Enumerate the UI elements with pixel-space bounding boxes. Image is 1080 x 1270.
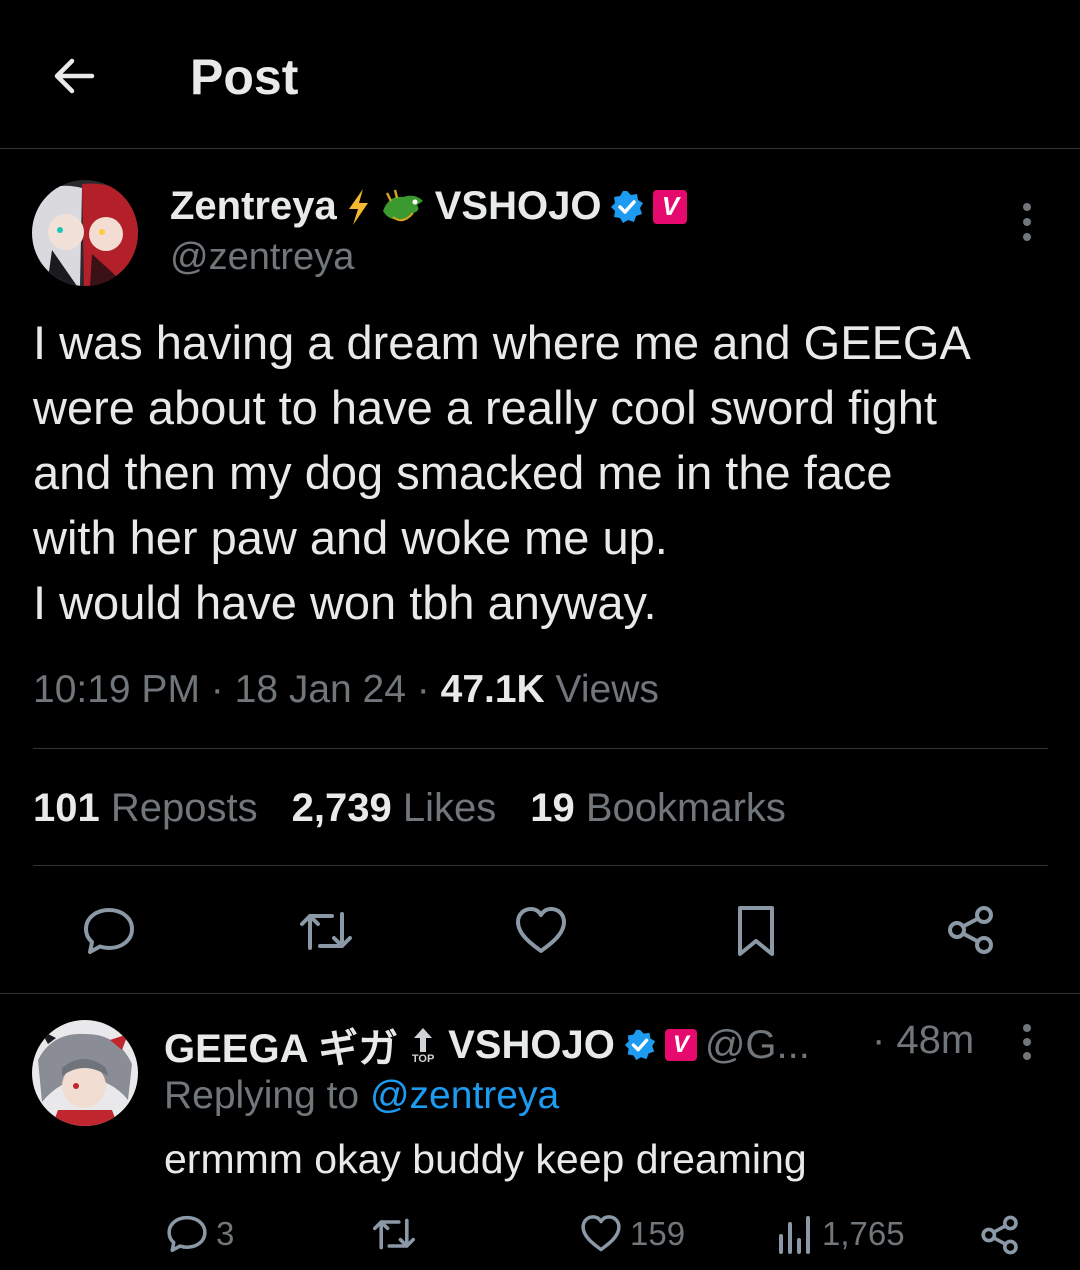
like-button[interactable]	[514, 906, 568, 956]
more-vertical-icon	[1023, 1024, 1031, 1060]
reply-like-button[interactable]: 159	[580, 1214, 685, 1254]
author-avatar[interactable]	[32, 180, 138, 286]
replying-to-label: Replying to	[164, 1074, 360, 1117]
repost-icon	[300, 912, 352, 950]
reply-more-options-button[interactable]	[1010, 1022, 1044, 1062]
views-chart-icon	[779, 1216, 810, 1254]
bookmarks-count: 19	[530, 786, 575, 830]
reply-repost-button[interactable]	[370, 1214, 418, 1254]
author-name-row[interactable]: Zentreya VSHOJO V	[170, 184, 688, 229]
repost-button[interactable]	[296, 906, 356, 956]
replying-to-handle[interactable]: @zentreya	[370, 1074, 559, 1117]
post-text-line: with her paw and woke me up.	[33, 511, 668, 564]
reply-share-button[interactable]	[980, 1214, 1020, 1256]
likes-count: 2,739	[291, 786, 392, 830]
divider	[33, 865, 1048, 866]
likes-stat[interactable]: 2,739 Likes	[292, 786, 497, 831]
author-affiliation: VSHOJO	[434, 184, 602, 228]
arrow-left-icon	[54, 58, 95, 94]
reply-like-count: 159	[630, 1215, 686, 1252]
meta-separator: ·	[210, 668, 224, 711]
page-title: Post	[190, 49, 299, 105]
views-label: Views	[555, 668, 659, 711]
reposts-count: 101	[33, 786, 100, 830]
heart-icon	[581, 1215, 621, 1252]
heart-icon	[516, 907, 566, 953]
post-stats: 101 Reposts 2,739 Likes 19 Bookmarks	[33, 786, 786, 831]
divider	[0, 993, 1080, 994]
post-text: I was having a dream where me and GEEGA …	[33, 310, 1043, 635]
reply-reply-button[interactable]: 3	[166, 1214, 234, 1254]
reply-author-avatar[interactable]	[32, 1020, 138, 1126]
verified-badge-icon	[624, 1029, 655, 1061]
back-button[interactable]	[48, 50, 100, 102]
post-date[interactable]: 18 Jan 24	[235, 668, 406, 711]
lightning-icon	[348, 188, 368, 225]
author-handle[interactable]: @zentreya	[170, 236, 354, 279]
reply-text: ermmm okay buddy keep dreaming	[164, 1136, 807, 1182]
reply-icon	[167, 1215, 207, 1253]
share-icon	[948, 906, 993, 954]
reply-count: 3	[216, 1215, 235, 1252]
vshojo-badge: V	[653, 189, 688, 224]
reply-views-button[interactable]: 1,765	[776, 1214, 905, 1254]
post-text-line: I would have won tbh anyway.	[33, 576, 657, 629]
post-time[interactable]: 10:19 PM	[33, 668, 200, 711]
reply-author-name[interactable]: GEEGA ギガ	[164, 1016, 398, 1074]
verified-badge-icon	[611, 190, 644, 223]
reply-time[interactable]: · 48m	[872, 1018, 974, 1063]
views-count[interactable]: 47.1K	[441, 668, 545, 711]
post-text-line: were about to have a really cool sword f…	[33, 381, 937, 434]
top-arrow-icon: TOP	[406, 1026, 440, 1065]
post-text-line: and then my dog smacked me in the face	[33, 446, 893, 499]
dragon-icon	[382, 189, 423, 221]
post-text-line: I was having a dream where me and GEEGA	[33, 316, 971, 369]
header-divider	[0, 148, 1080, 149]
share-button[interactable]	[946, 904, 996, 956]
divider	[33, 748, 1048, 749]
top-label: TOP	[411, 1052, 435, 1065]
author-name[interactable]: Zentreya	[170, 184, 337, 229]
reply-icon	[84, 908, 134, 954]
reply-author-handle[interactable]: @G...	[705, 1023, 810, 1068]
meta-separator: ·	[416, 668, 430, 711]
bookmark-button[interactable]	[736, 904, 776, 958]
vshojo-badge: V	[664, 1029, 697, 1061]
reposts-label: Reposts	[110, 786, 258, 830]
replying-to: Replying to @zentreya	[164, 1074, 559, 1118]
bookmarks-stat[interactable]: 19 Bookmarks	[530, 786, 786, 831]
share-icon	[981, 1215, 1018, 1255]
repost-icon	[373, 1218, 415, 1250]
reply-button[interactable]	[82, 906, 136, 956]
reply-views-count: 1,765	[822, 1215, 905, 1252]
reposts-stat[interactable]: 101 Reposts	[33, 786, 258, 831]
likes-label: Likes	[402, 786, 497, 830]
post-meta: 10:19 PM · 18 Jan 24 · 47.1K Views	[33, 668, 659, 712]
reply-author-row[interactable]: GEEGA ギガ TOP VSHOJO V @G...	[164, 1016, 810, 1074]
bookmark-icon	[738, 906, 774, 956]
more-options-button[interactable]	[1010, 200, 1044, 244]
bookmarks-label: Bookmarks	[585, 786, 786, 830]
reply-author-affiliation: VSHOJO	[448, 1022, 615, 1067]
more-vertical-icon	[1023, 203, 1031, 241]
